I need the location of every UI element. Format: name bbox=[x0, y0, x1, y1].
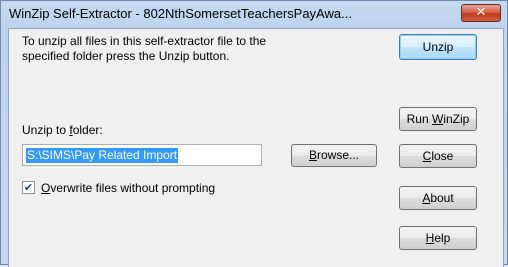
unzip-button[interactable]: Unzip bbox=[399, 34, 477, 60]
unzip-folder-label: Unzip to folder: bbox=[22, 123, 103, 137]
run-winzip-button[interactable]: Run WinZip bbox=[399, 107, 477, 131]
window-close-button[interactable]: ✕ bbox=[461, 4, 501, 22]
dialog-body: To unzip all files in this self-extracto… bbox=[8, 28, 504, 267]
instructions-text: To unzip all files in this self-extracto… bbox=[22, 34, 362, 64]
instructions-line-2: specified folder press the Unzip button. bbox=[22, 49, 230, 63]
unzip-folder-value: S:\SIMS\Pay Related Import bbox=[26, 148, 179, 163]
window-title: WinZip Self-Extractor - 802NthSomersetTe… bbox=[9, 6, 352, 21]
help-button[interactable]: Help bbox=[399, 226, 477, 250]
overwrite-label: Overwrite files without prompting bbox=[41, 181, 216, 195]
close-button[interactable]: Close bbox=[399, 144, 477, 168]
overwrite-checkbox[interactable]: ✔ bbox=[22, 181, 35, 194]
dialog-window: WinZip Self-Extractor - 802NthSomersetTe… bbox=[0, 0, 508, 267]
unzip-folder-input[interactable]: S:\SIMS\Pay Related Import bbox=[22, 144, 262, 166]
instructions-line-1: To unzip all files in this self-extracto… bbox=[22, 34, 267, 48]
close-icon: ✕ bbox=[475, 5, 487, 20]
browse-button[interactable]: Browse... bbox=[291, 144, 377, 167]
about-button[interactable]: About bbox=[399, 186, 477, 210]
